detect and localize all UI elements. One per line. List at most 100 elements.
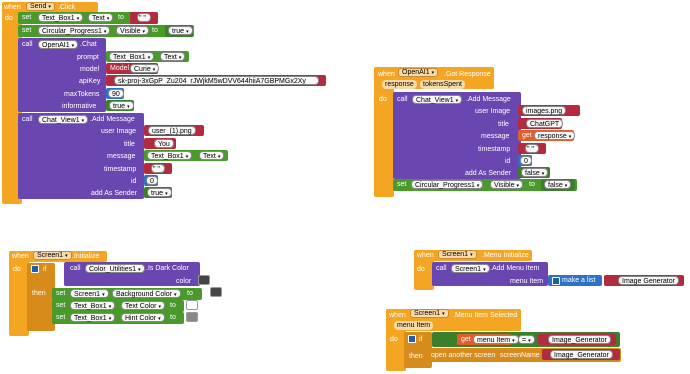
method-name: .Chat xyxy=(80,41,97,48)
color-swatch[interactable] xyxy=(210,287,222,297)
when-label: when xyxy=(417,252,434,259)
userimage-value[interactable]: images.png xyxy=(522,106,567,115)
bool-field[interactable]: false ▾ xyxy=(521,168,549,177)
component-dropdown-screen[interactable]: Screen1 ▾ xyxy=(410,309,449,318)
open-screen-label: open another screen xyxy=(431,352,496,359)
event-screen-initialize[interactable] xyxy=(9,251,29,336)
then-label: then xyxy=(32,290,46,297)
call-label: call xyxy=(436,265,447,272)
to-label: to xyxy=(152,27,158,34)
event-name: .Got Response xyxy=(444,71,491,78)
gear-icon[interactable] xyxy=(552,277,560,285)
component-field[interactable]: Text_Box1 ▾ xyxy=(70,301,116,310)
gear-icon[interactable] xyxy=(31,265,39,273)
arg-timestamp: timestamp xyxy=(104,166,137,173)
call-label: call xyxy=(70,265,81,272)
set-label: set xyxy=(22,27,32,34)
if-label: if xyxy=(419,336,423,343)
to-label: to xyxy=(170,314,176,321)
text-value[interactable]: " " xyxy=(137,13,151,22)
set-label: set xyxy=(56,302,66,309)
title-value[interactable]: ChatGPT xyxy=(526,119,564,128)
component-field[interactable]: OpenAI1 ▾ xyxy=(38,40,79,49)
arg-prompt: prompt xyxy=(77,54,99,61)
component-field[interactable]: Text_Box1 ▾ xyxy=(70,313,116,322)
set-label: set xyxy=(397,181,407,188)
param-response[interactable]: response xyxy=(382,80,417,89)
arg-apikey: apiKey xyxy=(79,78,101,85)
component-field[interactable]: Screen1 ▾ xyxy=(70,289,109,298)
userimage-value[interactable]: user_(1).png xyxy=(148,126,196,135)
compare-value[interactable]: Image_Generator xyxy=(548,335,611,344)
component-field[interactable]: Circular_Progress1 ▾ xyxy=(411,180,484,189)
property-field[interactable]: Text ▾ xyxy=(160,52,186,61)
property-field[interactable]: Visible ▾ xyxy=(116,26,150,35)
arg-id: id xyxy=(505,158,511,165)
event-name: .Menu Initialize xyxy=(482,252,529,259)
component-dropdown-screen[interactable]: Screen1 ▾ xyxy=(33,251,72,260)
maxtokens-value[interactable]: 90 xyxy=(108,89,124,98)
operator-field[interactable]: = ▾ xyxy=(518,335,535,344)
color-swatch[interactable] xyxy=(186,312,198,322)
component-dropdown-screen[interactable]: Screen1 ▾ xyxy=(438,250,477,259)
apikey-value[interactable]: sk-proj-3xGpP_Zu204_rJWjkM5wDVV644hiiA7G… xyxy=(114,76,319,85)
timestamp-value[interactable]: " " xyxy=(525,144,539,153)
to-label: to xyxy=(187,290,193,297)
do-label: do xyxy=(13,266,21,273)
component-dropdown-openai[interactable]: OpenAI1 ▾ xyxy=(398,68,439,77)
arg-timestamp: timestamp xyxy=(478,146,511,153)
do-label: do xyxy=(5,15,13,22)
component-field[interactable]: Chat_View1 ▾ xyxy=(38,115,89,124)
variable-field[interactable]: response ▾ xyxy=(534,131,576,140)
arg-addsender: add As Sender xyxy=(465,170,511,177)
id-value[interactable]: 0 xyxy=(146,176,158,185)
call-label: call xyxy=(22,116,33,123)
then-label: then xyxy=(409,353,423,360)
property-field[interactable]: Text Color ▾ xyxy=(121,301,166,310)
color-swatch[interactable] xyxy=(198,275,210,285)
component-field[interactable]: Text_Box1 ▾ xyxy=(38,13,84,22)
component-field[interactable]: Chat_View1 ▾ xyxy=(412,95,463,104)
model-option[interactable]: Curie ▾ xyxy=(130,64,160,73)
component-field[interactable]: Screen1 ▾ xyxy=(451,264,490,273)
do-label: do xyxy=(390,336,398,343)
arg-informative: informative xyxy=(62,103,97,110)
title-value[interactable]: You xyxy=(154,139,174,148)
component-field[interactable]: Circular_Progress1 ▾ xyxy=(38,26,111,35)
arg-message: message xyxy=(107,153,136,160)
method-name: .Add Message xyxy=(90,116,135,123)
method-name: .Is Dark Color xyxy=(146,265,189,272)
arg-userimage: user Image xyxy=(475,108,511,115)
property-field[interactable]: Text ▾ xyxy=(88,13,114,22)
variable-field[interactable]: menu Item ▾ xyxy=(473,335,519,344)
when-label: when xyxy=(4,4,21,11)
id-value[interactable]: 0 xyxy=(520,156,532,165)
event-name: .Initialize xyxy=(72,253,100,260)
arg-menuitem: menu Item xyxy=(510,278,544,285)
list-item-value[interactable]: Image Generator xyxy=(618,276,679,285)
component-field[interactable]: Text_Box1 ▾ xyxy=(109,52,155,61)
screenname-value[interactable]: Image_Generator xyxy=(550,350,613,359)
to-label: to xyxy=(529,181,535,188)
property-field[interactable]: Visible ▾ xyxy=(490,180,524,189)
to-label: to xyxy=(118,14,124,21)
get-label: get xyxy=(522,132,532,139)
property-field[interactable]: Background Color ▾ xyxy=(112,289,181,298)
component-dropdown-send[interactable]: Send ▾ xyxy=(26,2,55,11)
call-label: call xyxy=(397,96,408,103)
gear-icon[interactable] xyxy=(408,335,416,343)
bool-field[interactable]: true ▾ xyxy=(109,101,134,110)
arg-maxtokens: maxTokens xyxy=(64,91,100,98)
component-field[interactable]: Color_Utilities1 ▾ xyxy=(85,264,145,273)
bool-field[interactable]: true ▾ xyxy=(168,26,193,35)
makelist-label: make a list xyxy=(562,277,596,284)
bool-field[interactable]: false ▾ xyxy=(544,180,572,189)
param-tokensspent[interactable]: tokensSpent xyxy=(420,80,465,89)
param-menuitem[interactable]: menu Item xyxy=(394,321,434,330)
bool-field[interactable]: true ▾ xyxy=(147,188,172,197)
color-swatch[interactable] xyxy=(186,300,198,310)
timestamp-value[interactable]: " " xyxy=(151,164,165,173)
component-field[interactable]: Text_Box1 ▾ xyxy=(147,151,193,160)
property-field[interactable]: Text ▾ xyxy=(199,151,225,160)
property-field[interactable]: Hint Color ▾ xyxy=(121,313,165,322)
